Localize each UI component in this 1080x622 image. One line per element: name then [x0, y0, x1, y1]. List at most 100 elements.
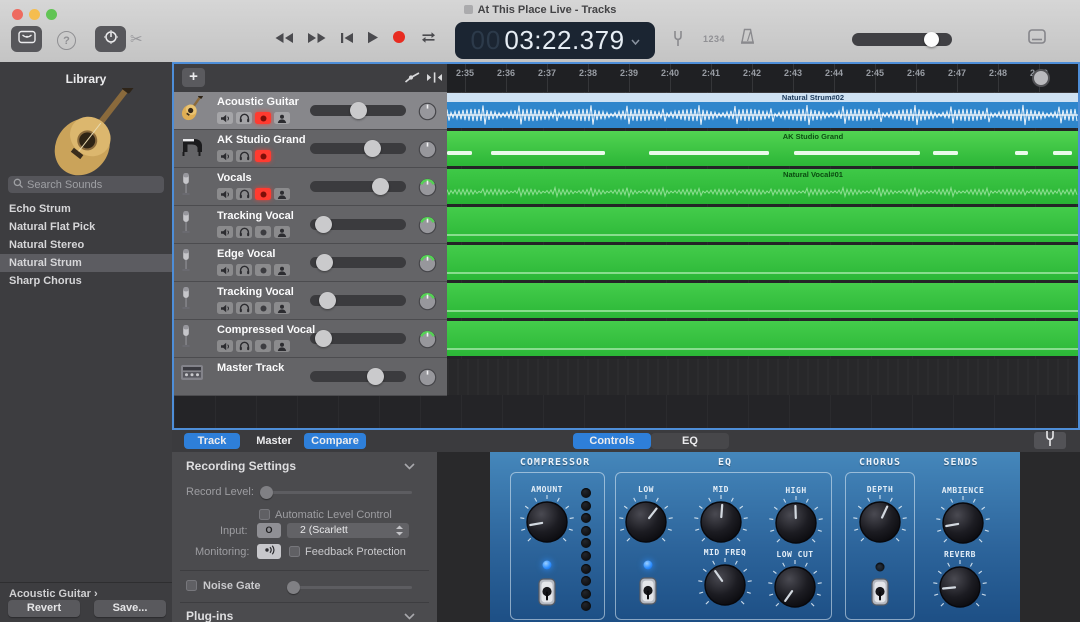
rewind-button[interactable] [274, 31, 294, 49]
track-header-master-track[interactable]: Master Track [174, 358, 447, 396]
time-ruler[interactable]: 2:352:362:372:382:392:402:412:422:432:44… [447, 64, 1078, 93]
knob-mid-freq[interactable] [697, 557, 753, 613]
track-volume-slider[interactable] [310, 143, 406, 154]
mute-button[interactable] [217, 264, 233, 276]
input-button[interactable] [274, 302, 290, 314]
catch-playhead-icon[interactable] [426, 71, 443, 89]
mute-button[interactable] [217, 188, 233, 200]
record-enable-button[interactable] [255, 226, 271, 238]
track-volume-knob[interactable] [316, 254, 333, 271]
track-volume-slider[interactable] [310, 371, 406, 382]
record-enable-button[interactable] [255, 264, 271, 276]
power-toggle-switch[interactable] [536, 576, 558, 613]
master-volume-knob[interactable] [924, 32, 939, 47]
region-tracking-vocal[interactable] [447, 207, 1078, 242]
library-toggle-button[interactable] [11, 26, 42, 52]
region-tracking-vocal[interactable] [447, 283, 1078, 318]
automation-icon[interactable] [404, 71, 421, 89]
pan-knob[interactable] [418, 102, 437, 126]
library-item-echo-strum[interactable]: Echo Strum [0, 200, 172, 218]
mute-button[interactable] [217, 112, 233, 124]
library-item-natural-flat-pick[interactable]: Natural Flat Pick [0, 218, 172, 236]
region-edge-vocal[interactable] [447, 245, 1078, 280]
tab-controls[interactable]: Controls [573, 433, 651, 449]
solo-button[interactable] [236, 150, 252, 162]
feedback-protection-checkbox[interactable] [289, 546, 300, 557]
record-enable-button[interactable] [255, 302, 271, 314]
knob-high[interactable] [768, 495, 824, 551]
count-in-button[interactable]: 1234 [703, 34, 725, 44]
record-level-track[interactable] [267, 491, 412, 494]
library-item-natural-stereo[interactable]: Natural Stereo [0, 236, 172, 254]
input-button[interactable] [274, 340, 290, 352]
cycle-button[interactable] [419, 31, 438, 49]
knob-low[interactable] [618, 494, 674, 550]
revert-button[interactable]: Revert [8, 600, 80, 617]
track-volume-slider[interactable] [310, 181, 406, 192]
noise-gate-knob[interactable] [287, 581, 300, 594]
ruler-knob[interactable] [1032, 69, 1050, 87]
track-header-compressed-vocal[interactable]: Compressed Vocal [174, 320, 447, 358]
knob-amount[interactable] [519, 494, 575, 550]
region-natural-vocal-01[interactable]: Natural Vocal#01 [447, 169, 1078, 204]
track-volume-knob[interactable] [315, 216, 332, 233]
region-compressed-vocal[interactable] [447, 321, 1078, 356]
quick-help-button[interactable]: ? [57, 31, 76, 50]
input-monitoring-button[interactable] [257, 544, 281, 559]
solo-button[interactable] [236, 226, 252, 238]
pan-knob[interactable] [418, 178, 437, 202]
lcd-mode-chevron-icon[interactable] [631, 32, 640, 50]
pan-knob[interactable] [418, 292, 437, 316]
track-header-tracking-vocal[interactable]: Tracking Vocal [174, 206, 447, 244]
track-volume-slider[interactable] [310, 105, 406, 116]
region-ak-studio-grand[interactable]: AK Studio Grand [447, 131, 1078, 166]
noise-gate-checkbox[interactable] [186, 580, 197, 591]
record-enable-button[interactable] [255, 340, 271, 352]
library-item-natural-strum[interactable]: Natural Strum [0, 254, 172, 272]
tab-track[interactable]: Track [184, 433, 240, 449]
library-item-sharp-chorus[interactable]: Sharp Chorus [0, 272, 172, 290]
mute-button[interactable] [217, 150, 233, 162]
track-header-ak-studio-grand[interactable]: AK Studio Grand [174, 130, 447, 168]
smart-controls-button[interactable] [95, 26, 126, 52]
mute-button[interactable] [217, 302, 233, 314]
track-volume-knob[interactable] [350, 102, 367, 119]
metronome-icon[interactable] [740, 28, 755, 50]
knob-mid[interactable] [693, 494, 749, 550]
collapse-chevron-icon[interactable] [404, 461, 415, 473]
forward-button[interactable] [307, 31, 327, 49]
region-master-track[interactable] [447, 359, 1078, 395]
track-volume-knob[interactable] [364, 140, 381, 157]
track-volume-slider[interactable] [310, 257, 406, 268]
region-natural-strum-02[interactable]: Natural Strum#02 [447, 93, 1078, 128]
power-toggle-switch[interactable] [637, 575, 659, 612]
power-toggle-switch[interactable] [869, 576, 891, 613]
save-button[interactable]: Save... [94, 600, 166, 617]
tab-compare[interactable]: Compare [304, 433, 366, 449]
pan-knob[interactable] [418, 216, 437, 240]
master-volume-slider[interactable] [852, 33, 952, 46]
track-header-vocals[interactable]: Vocals [174, 168, 447, 206]
pan-knob[interactable] [418, 330, 437, 354]
tab-eq[interactable]: EQ [651, 433, 729, 449]
input-button[interactable] [274, 264, 290, 276]
tuner-icon[interactable] [672, 30, 684, 52]
record-enable-button[interactable] [255, 150, 271, 162]
plugins-title[interactable]: Plug-ins [186, 609, 233, 622]
knob-reverb[interactable] [932, 559, 988, 615]
pan-knob[interactable] [418, 368, 437, 392]
editor-scissors-button[interactable]: ✂ [130, 30, 143, 48]
add-track-button[interactable]: + [182, 68, 205, 87]
mute-button[interactable] [217, 340, 233, 352]
record-level-knob[interactable] [260, 486, 273, 499]
record-enable-button[interactable] [255, 112, 271, 124]
pan-knob[interactable] [418, 140, 437, 164]
knob-ambience[interactable] [935, 495, 991, 551]
knob-low-cut[interactable] [767, 559, 823, 615]
track-volume-knob[interactable] [315, 330, 332, 347]
mute-button[interactable] [217, 226, 233, 238]
track-volume-slider[interactable] [310, 219, 406, 230]
collapse-chevron-icon[interactable] [404, 611, 415, 622]
solo-button[interactable] [236, 302, 252, 314]
recording-settings-title[interactable]: Recording Settings [186, 459, 296, 473]
